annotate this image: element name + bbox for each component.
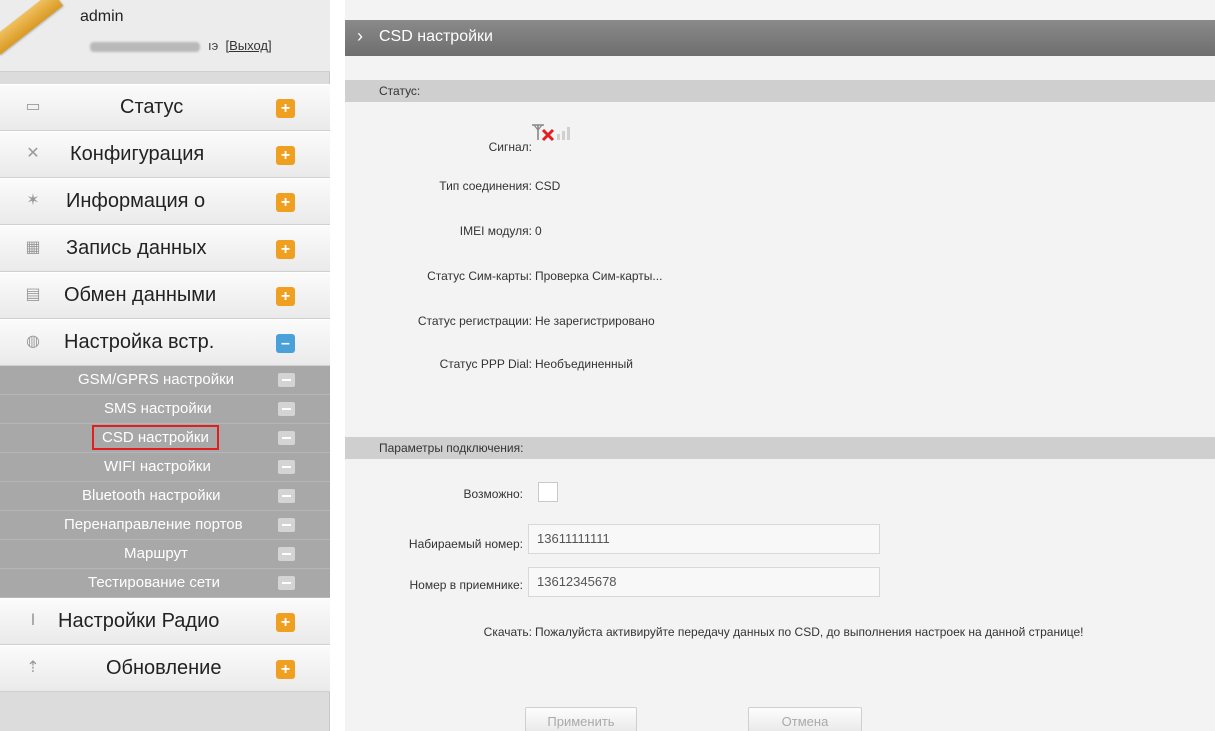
ppp-status-label: Статус PPP Dial: (439, 357, 532, 371)
submenu-item-label: GSM/GPRS настройки (78, 371, 235, 388)
submenu: GSM/GPRS настройки SMS настройки CSD нас… (0, 366, 330, 598)
menu-item-information[interactable]: ✶ Информация о + (0, 178, 330, 225)
apply-button[interactable]: Применить (525, 707, 637, 731)
signal-no-service-icon (532, 124, 570, 142)
conn-type-value: CSD (535, 179, 561, 193)
expand-plus-icon[interactable]: + (276, 240, 295, 259)
expand-plus-icon[interactable]: + (276, 193, 295, 212)
expand-plus-icon[interactable]: + (276, 613, 295, 632)
badge-ribbon (0, 0, 64, 55)
submenu-item-csd[interactable]: CSD настройки (0, 424, 330, 453)
minus-icon (278, 489, 295, 503)
submenu-item-wifi[interactable]: WIFI настройки (0, 453, 330, 482)
ppp-status-value: Необъединенный (535, 357, 633, 371)
menu-item-label: Обновление (106, 657, 222, 679)
menu-item-configuration[interactable]: ✕ Конфигурация + (0, 131, 330, 178)
monitor-icon: ▭ (25, 98, 41, 115)
user-suffix: ıэ (208, 38, 219, 53)
signal-label: Сигнал: (488, 140, 532, 154)
submenu-item-label: Маршрут (124, 545, 188, 562)
menu-item-label: Статус (120, 96, 184, 118)
network-icon: ▤ (25, 286, 41, 303)
satellite-icon: ✶ (26, 192, 40, 209)
menu-item-status[interactable]: ▭ Статус + (0, 84, 330, 131)
connection-section-title: Параметры подключения: (379, 441, 524, 455)
sim-status-value: Проверка Сим-карты... (535, 269, 663, 283)
menu-item-radio-settings[interactable]: Ⅰ Настройки Радио + (0, 598, 330, 645)
calendar-icon: ▦ (25, 239, 41, 256)
enable-checkbox[interactable] (538, 482, 558, 502)
page-title: CSD настройки (379, 28, 493, 45)
upload-icon: ⇡ (26, 659, 40, 676)
submenu-item-route[interactable]: Маршрут (0, 540, 330, 569)
expand-plus-icon[interactable]: + (276, 99, 295, 118)
submenu-item-label: SMS настройки (104, 400, 212, 417)
dial-number-input[interactable]: 13611111111 (528, 524, 880, 554)
menu-item-label: Обмен данными (64, 284, 217, 306)
submenu-item-label: Bluetooth настройки (82, 487, 221, 504)
submenu-item-label: Перенаправление портов (64, 516, 243, 533)
minus-icon (278, 576, 295, 590)
blurred-user-info (90, 41, 200, 52)
user-box: admin ıэ [Выход] (0, 0, 330, 72)
receiver-number-label: Номер в приемнике: (409, 578, 523, 592)
submenu-item-label: WIFI настройки (104, 458, 211, 475)
page-title-bar: › CSD настройки (345, 20, 1215, 56)
submenu-item-label: CSD настройки (92, 425, 219, 450)
collapse-minus-icon[interactable]: – (276, 334, 295, 353)
globe-icon: ◍ (26, 333, 40, 350)
status-section-title: Статус: (379, 84, 421, 98)
sidebar: admin ıэ [Выход] ▭ Статус + ✕ Конфигурац… (0, 0, 330, 731)
submenu-item-sms[interactable]: SMS настройки (0, 395, 330, 424)
submenu-item-port-forwarding[interactable]: Перенаправление портов (0, 511, 330, 540)
menu-item-label: Информация о (66, 190, 206, 212)
menu-item-update[interactable]: ⇡ Обновление + (0, 645, 330, 692)
chevron-right-icon: › (357, 26, 363, 46)
minus-icon (278, 402, 295, 416)
menu-item-label: Конфигурация (70, 143, 205, 165)
username: admin (80, 8, 124, 25)
expand-plus-icon[interactable]: + (276, 287, 295, 306)
expand-plus-icon[interactable]: + (276, 146, 295, 165)
cancel-button[interactable]: Отмена (748, 707, 862, 731)
dial-number-label: Набираемый номер: (408, 537, 523, 551)
registration-status-label: Статус регистрации: (417, 314, 532, 328)
menu-item-label: Настройка встр. (64, 331, 215, 353)
connection-section-header: Параметры подключения: (345, 437, 1215, 459)
enable-label: Возможно: (463, 487, 524, 501)
status-section-header: Статус: (345, 80, 1215, 102)
imei-label: IMEI модуля: (459, 224, 532, 238)
menu-item-label: Запись данных (66, 237, 207, 259)
registration-status-value: Не зарегистрировано (535, 314, 655, 328)
menu-item-data-record[interactable]: ▦ Запись данных + (0, 225, 330, 272)
submenu-item-label: Тестирование сети (88, 574, 221, 591)
tools-icon: ✕ (26, 145, 40, 162)
menu-item-label: Настройки Радио (58, 610, 220, 632)
logout-link[interactable]: [Выход] (225, 38, 271, 53)
minus-icon (278, 547, 295, 561)
minus-icon (278, 460, 295, 474)
menu-item-data-exchange[interactable]: ▤ Обмен данными + (0, 272, 330, 319)
download-notice: Пожалуйста активируйте передачу данных п… (535, 625, 1084, 639)
submenu-item-network-test[interactable]: Тестирование сети (0, 569, 330, 598)
antenna-icon: Ⅰ (30, 612, 36, 629)
receiver-number-input[interactable]: 13612345678 (528, 567, 880, 597)
main-menu: ▭ Статус + ✕ Конфигурация + ✶ Информация… (0, 84, 330, 692)
main-panel: › CSD настройки Статус: Сигнал: Тип соед… (345, 0, 1215, 731)
menu-item-built-in-settings[interactable]: ◍ Настройка встр. – (0, 319, 330, 366)
conn-type-label: Тип соединения: (439, 179, 532, 193)
minus-icon (278, 431, 295, 445)
submenu-item-bluetooth[interactable]: Bluetooth настройки (0, 482, 330, 511)
expand-plus-icon[interactable]: + (276, 660, 295, 679)
submenu-item-gsm-gprs[interactable]: GSM/GPRS настройки (0, 366, 330, 395)
download-label: Скачать: (483, 625, 532, 639)
user-subline: ıэ [Выход] (90, 38, 272, 53)
imei-value: 0 (535, 224, 542, 238)
sim-status-label: Статус Сим-карты: (427, 269, 532, 283)
minus-icon (278, 373, 295, 387)
minus-icon (278, 518, 295, 532)
